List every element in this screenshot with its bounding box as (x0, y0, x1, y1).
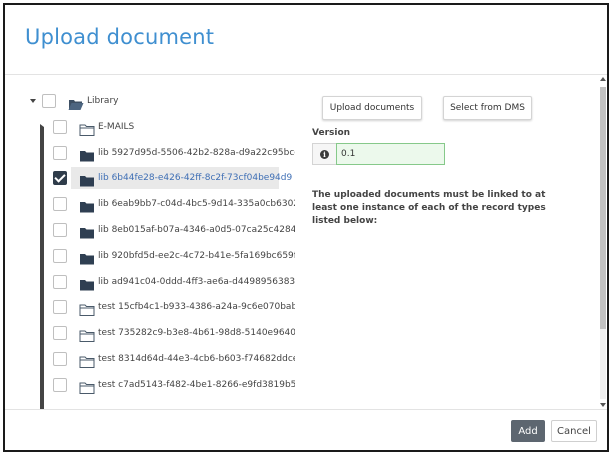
tree-node-label[interactable]: lib ad941c04-0ddd-4ff3-ae6a-d44989563834 (98, 271, 295, 293)
tree-node-label[interactable]: lib 6b44fe28-e426-42ff-8c2f-73cf04be94d9 (98, 167, 292, 189)
tree-node-checkbox[interactable] (53, 378, 67, 392)
tree-node-label[interactable]: test c7ad5143-f482-4be1-8266-e9fd3819b50… (98, 374, 295, 396)
tree-node-label[interactable]: lib 8eb015af-b07a-4346-a0d5-07ca25c4284e (98, 219, 295, 241)
tree-node-label[interactable]: E-MAILS (98, 116, 134, 138)
tree-node-label[interactable]: test 15cfb4c1-b933-4386-a24a-9c6e070babc… (98, 296, 295, 318)
tree-node-checkbox[interactable] (42, 94, 56, 108)
upload-panel: Upload documents Select from DMS Version… (310, 75, 595, 409)
tree-node[interactable]: test 735282c9-b3e8-4b61-98d8-5140e964049… (5, 322, 295, 344)
folder-icon (79, 276, 95, 291)
tree-node[interactable]: lib 6b44fe28-e426-42ff-8c2f-73cf04be94d9 (5, 167, 295, 189)
folder-tree: Library E-MAILS lib 5927d95d-5506-42b2-828… (5, 75, 295, 409)
tree-node[interactable]: lib 6eab9bb7-c04d-4bc5-9d14-335a0cb63028 (5, 193, 295, 215)
info-icon: i (320, 149, 329, 159)
select-from-dms-button[interactable]: Select from DMS (443, 96, 532, 120)
folder-icon (79, 121, 95, 136)
tree-node[interactable]: lib 5927d95d-5506-42b2-828a-d9a22c95bcc4 (5, 142, 295, 164)
tree-node[interactable]: lib ad941c04-0ddd-4ff3-ae6a-d44989563834 (5, 271, 295, 293)
version-input[interactable]: 0.1 (336, 143, 445, 165)
scrollbar-thumb[interactable] (600, 87, 606, 329)
tree-node-label[interactable]: lib 920bfd5d-ee2c-4c72-b41e-5fa169bc659f (98, 245, 295, 267)
tree-node-checkbox[interactable] (53, 120, 67, 134)
tree-node-checkbox[interactable] (53, 275, 67, 289)
version-label: Version (312, 128, 351, 138)
tree-node[interactable]: E-MAILS (5, 116, 295, 409)
tree-node-checkbox[interactable] (53, 352, 67, 366)
folder-icon (79, 147, 95, 162)
scrollbar[interactable] (597, 75, 607, 409)
tree-node[interactable]: test 15cfb4c1-b933-4386-a24a-9c6e070babc… (5, 296, 295, 318)
tree-node[interactable]: lib 920bfd5d-ee2c-4c72-b41e-5fa169bc659f (5, 245, 295, 267)
record-types-notice: The uploaded documents must be linked to… (312, 190, 546, 226)
folder-icon (79, 301, 95, 316)
folder-icon (79, 353, 95, 368)
scroll-up-icon[interactable] (600, 77, 606, 81)
tree-node-checkbox[interactable] (53, 300, 67, 314)
tree-node-checkbox[interactable] (53, 223, 67, 237)
tree-node-checkbox[interactable] (53, 326, 67, 340)
tree-node-label[interactable]: test 735282c9-b3e8-4b61-98d8-5140e964049… (98, 322, 295, 344)
upload-documents-button[interactable]: Upload documents (322, 96, 422, 120)
dialog-footer: Add Cancel (5, 409, 607, 450)
tree-node[interactable]: Library (5, 90, 295, 112)
add-button[interactable]: Add (511, 420, 545, 442)
tree-node[interactable]: test c7ad5143-f482-4be1-8266-e9fd3819b50… (5, 374, 295, 396)
tree-node[interactable]: lib 8eb015af-b07a-4346-a0d5-07ca25c4284e (5, 219, 295, 241)
folder-icon (79, 224, 95, 239)
tree-node-label[interactable]: test 8314d64d-44e3-4cb6-b603-f74682ddce4… (98, 348, 295, 370)
tree-node-label[interactable]: Library (87, 90, 118, 112)
caret-down-icon[interactable] (30, 99, 36, 103)
folder-icon (79, 172, 95, 187)
tree-node-label[interactable]: lib 5927d95d-5506-42b2-828a-d9a22c95bcc4 (98, 142, 295, 164)
tree-node-checkbox[interactable] (53, 197, 67, 211)
dialog-header: Upload document (5, 5, 607, 75)
tree-node-checkbox[interactable] (53, 171, 67, 185)
tree-node[interactable]: test 8314d64d-44e3-4cb6-b603-f74682ddce4… (5, 348, 295, 370)
cancel-button[interactable]: Cancel (551, 420, 597, 442)
dialog-title: Upload document (25, 25, 215, 49)
folder-icon (79, 250, 95, 265)
version-addon: i (312, 143, 336, 165)
tree-node-checkbox[interactable] (53, 249, 67, 263)
tree-node-checkbox[interactable] (53, 146, 67, 160)
dialog-body: Library E-MAILS lib 5927d95d-5506-42b2-828… (5, 75, 607, 409)
folder-icon (79, 327, 95, 342)
folder-icon (79, 198, 95, 213)
version-field-group: i 0.1 (312, 143, 445, 165)
tree-node-label[interactable]: lib 6eab9bb7-c04d-4bc5-9d14-335a0cb63028 (98, 193, 295, 215)
scroll-down-icon[interactable] (600, 403, 606, 407)
upload-document-dialog: Upload document Library E-MAILS lib 5927d9… (3, 3, 609, 452)
folder-icon (79, 379, 95, 394)
folder-open-icon (68, 95, 84, 110)
